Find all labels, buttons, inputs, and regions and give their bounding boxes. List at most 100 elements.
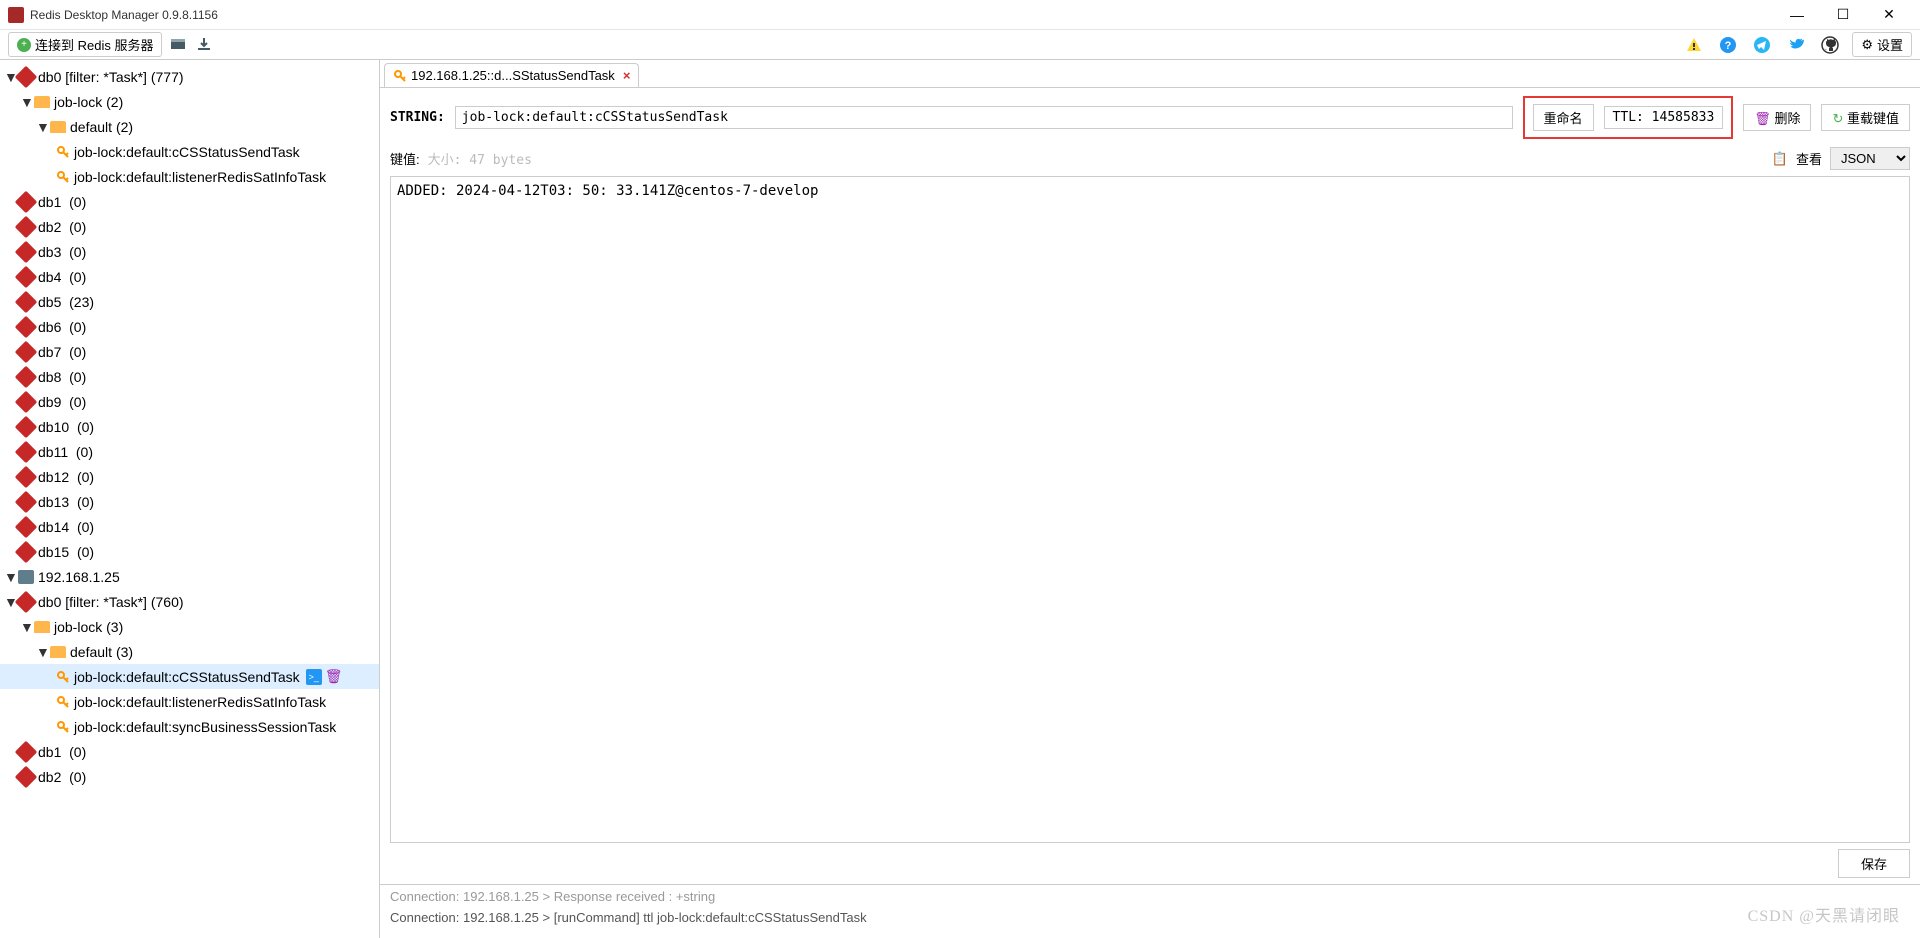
delete-label: 删除 <box>1774 111 1800 126</box>
detail-header: STRING: 重命名 TTL: 14585833 🗑 删除 ↻ 重载键值 <box>380 88 1920 147</box>
github-icon[interactable] <box>1820 35 1840 55</box>
save-row: 保存 <box>380 843 1920 884</box>
key-label: job-lock:default:cCSStatusSendTask <box>74 144 300 160</box>
folder-label: default <box>70 644 112 660</box>
key-label: job-lock:default:cCSStatusSendTask <box>74 669 300 685</box>
maximize-button[interactable]: ☐ <box>1820 0 1866 30</box>
folder-count: (2) <box>106 94 123 110</box>
value-header: 键值: 大小: 47 bytes 📋 查看 JSON <box>380 147 1920 176</box>
toolbar-right-icons: ? <box>1684 35 1846 55</box>
folder-count: (3) <box>116 644 133 660</box>
tree-db[interactable]: ▼db10 (0) <box>0 414 379 439</box>
main-toolbar: + 连接到 Redis 服务器 ? ⚙ 设置 <box>0 30 1920 60</box>
value-textarea[interactable]: ADDED: 2024-04-12T03: 50: 33.141Z@centos… <box>390 176 1910 843</box>
warning-icon[interactable] <box>1684 35 1704 55</box>
key-label: job-lock:default:listenerRedisSatInfoTas… <box>74 169 326 185</box>
folder-count: (2) <box>116 119 133 135</box>
connect-button[interactable]: + 连接到 Redis 服务器 <box>8 32 162 57</box>
tree-db[interactable]: ▼db11 (0) <box>0 439 379 464</box>
reload-button[interactable]: ↻ 重载键值 <box>1821 104 1910 131</box>
export-icon[interactable] <box>194 35 214 55</box>
server-label: 192.168.1.25 <box>38 569 120 585</box>
tree-db[interactable]: ▼db2 (0) <box>0 764 379 789</box>
window-controls: — ☐ ✕ <box>1774 0 1912 30</box>
tree-db[interactable]: ▼db12 (0) <box>0 464 379 489</box>
db-filter: [filter: *Task*] <box>65 594 147 610</box>
tree-key-selected[interactable]: job-lock:default:cCSStatusSendTask >_ 🗑 <box>0 664 379 689</box>
db-count: (777) <box>151 69 184 85</box>
tree-db[interactable]: ▼db7 (0) <box>0 339 379 364</box>
reload-label: 重载键值 <box>1847 111 1899 126</box>
tree-db[interactable]: ▼db4 (0) <box>0 264 379 289</box>
app-icon <box>8 7 24 23</box>
key-icon <box>56 720 70 734</box>
size-hint: 大小: 47 bytes <box>428 149 532 168</box>
db-filter: [filter: *Task*] <box>65 69 147 85</box>
key-name-input[interactable] <box>455 106 1513 129</box>
highlight-box: 重命名 TTL: 14585833 <box>1523 96 1734 139</box>
help-icon[interactable]: ? <box>1718 35 1738 55</box>
key-label: job-lock:default:syncBusinessSessionTask <box>74 719 336 735</box>
copy-icon[interactable]: 📋 <box>1772 151 1788 167</box>
tree-db[interactable]: ▼db2 (0) <box>0 214 379 239</box>
tree-db[interactable]: ▼db3 (0) <box>0 239 379 264</box>
trash-icon: 🗑 <box>1754 111 1771 126</box>
console-icon[interactable]: >_ <box>306 669 322 685</box>
format-select[interactable]: JSON <box>1830 147 1910 170</box>
tree-key[interactable]: job-lock:default:listenerRedisSatInfoTas… <box>0 689 379 714</box>
tree-db[interactable]: ▼db15 (0) <box>0 539 379 564</box>
sidebar-tree[interactable]: ▼ db0 [filter: *Task*] (777) ▼ job-lock … <box>0 60 380 938</box>
key-label: job-lock:default:listenerRedisSatInfoTas… <box>74 694 326 710</box>
tree-db[interactable]: ▼db9 (0) <box>0 389 379 414</box>
folder-label: job-lock <box>54 619 102 635</box>
tree-db0-2[interactable]: ▼ db0 [filter: *Task*] (760) <box>0 589 379 614</box>
db-label: db0 <box>38 594 61 610</box>
import-icon[interactable] <box>168 35 188 55</box>
view-label: 查看 <box>1796 149 1822 168</box>
key-icon <box>393 69 407 83</box>
log-line: Connection: 192.168.1.25 > Response rece… <box>390 889 1910 904</box>
tree-key[interactable]: job-lock:default:cCSStatusSendTask <box>0 139 379 164</box>
tree-folder-default[interactable]: ▼ default (2) <box>0 114 379 139</box>
settings-label: 设置 <box>1877 35 1903 54</box>
reload-icon: ↻ <box>1832 111 1843 126</box>
tree-db[interactable]: ▼db6 (0) <box>0 314 379 339</box>
tree-folder-default-2[interactable]: ▼ default (3) <box>0 639 379 664</box>
delete-button[interactable]: 🗑 删除 <box>1743 104 1811 131</box>
tree-server[interactable]: ▼ 192.168.1.25 <box>0 564 379 589</box>
tree-db[interactable]: ▼db1 (0) <box>0 189 379 214</box>
key-icon <box>56 145 70 159</box>
close-button[interactable]: ✕ <box>1866 0 1912 30</box>
telegram-icon[interactable] <box>1752 35 1772 55</box>
tree-db[interactable]: ▼db8 (0) <box>0 364 379 389</box>
rename-button[interactable]: 重命名 <box>1533 104 1594 131</box>
twitter-icon[interactable] <box>1786 35 1806 55</box>
tree-db[interactable]: ▼db5 (23) <box>0 289 379 314</box>
tree-folder-joblock-2[interactable]: ▼ job-lock (3) <box>0 614 379 639</box>
tab-close-icon[interactable]: × <box>623 68 631 83</box>
tree-key[interactable]: job-lock:default:syncBusinessSessionTask <box>0 714 379 739</box>
save-button[interactable]: 保存 <box>1838 849 1910 878</box>
log-line: Connection: 192.168.1.25 > [runCommand] … <box>390 910 1910 925</box>
tab-bar: 192.168.1.25::d...SStatusSendTask × <box>380 60 1920 88</box>
tree-folder-joblock[interactable]: ▼ job-lock (2) <box>0 89 379 114</box>
gear-icon: ⚙ <box>1861 37 1873 53</box>
tree-key[interactable]: job-lock:default:listenerRedisSatInfoTas… <box>0 164 379 189</box>
key-icon <box>56 670 70 684</box>
active-tab[interactable]: 192.168.1.25::d...SStatusSendTask × <box>384 63 639 87</box>
ttl-field[interactable]: TTL: 14585833 <box>1604 106 1724 129</box>
connect-label: 连接到 Redis 服务器 <box>35 35 153 54</box>
tree-db[interactable]: ▼db14 (0) <box>0 514 379 539</box>
db-label: db0 <box>38 69 61 85</box>
plus-icon: + <box>17 38 31 52</box>
delete-key-icon[interactable]: 🗑 <box>326 669 342 685</box>
folder-count: (3) <box>106 619 123 635</box>
minimize-button[interactable]: — <box>1774 0 1820 30</box>
tree-db0[interactable]: ▼ db0 [filter: *Task*] (777) <box>0 64 379 89</box>
tree-db[interactable]: ▼db1 (0) <box>0 739 379 764</box>
app-title: Redis Desktop Manager 0.9.8.1156 <box>30 8 1774 22</box>
tree-db[interactable]: ▼db13 (0) <box>0 489 379 514</box>
tab-label: 192.168.1.25::d...SStatusSendTask <box>411 68 615 83</box>
settings-button[interactable]: ⚙ 设置 <box>1852 32 1912 57</box>
folder-label: default <box>70 119 112 135</box>
